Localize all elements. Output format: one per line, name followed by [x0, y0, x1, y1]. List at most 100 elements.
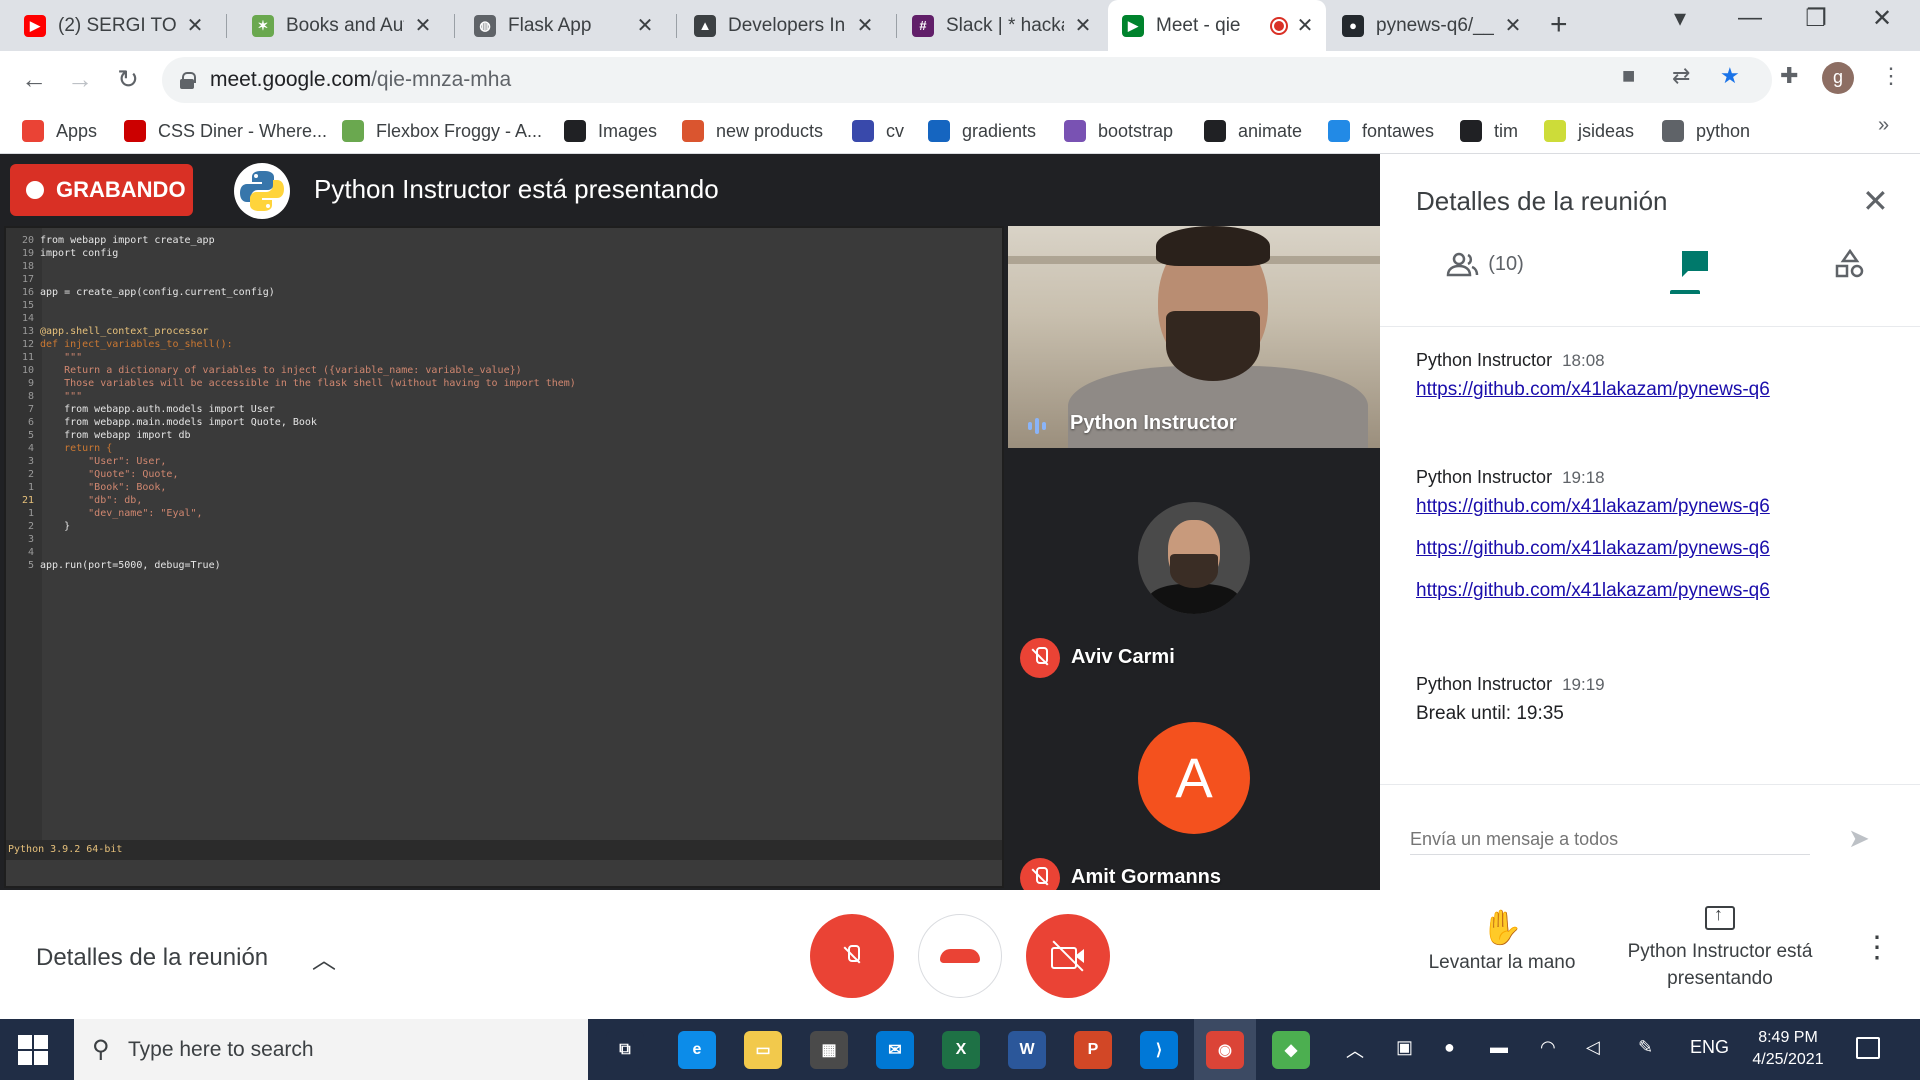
- code-line: 16 app = create_app(config.current_config…: [6, 286, 275, 299]
- close-tab-icon[interactable]: ✕: [854, 13, 876, 38]
- code-text: "dev_name": "Eyal",: [40, 508, 203, 519]
- wifi-icon[interactable]: ◠: [1540, 1037, 1556, 1058]
- bookmark-apps[interactable]: Apps: [22, 116, 97, 146]
- browser-tab[interactable]: ◍ Flask App ✕: [460, 0, 666, 51]
- tab-chat[interactable]: [1620, 234, 1770, 294]
- css-diner-icon: [124, 120, 146, 142]
- browser-tab[interactable]: ✶ Books and Auth ✕: [238, 0, 444, 51]
- participant-name: Aviv Carmi: [1071, 646, 1175, 668]
- chat-link[interactable]: https://github.com/x41lakazam/pynews-q6: [1416, 379, 1770, 401]
- powerpoint-icon[interactable]: P: [1074, 1031, 1112, 1069]
- meeting-details-toggle[interactable]: Detalles de la reunión: [36, 944, 268, 972]
- excel-icon[interactable]: X: [942, 1031, 980, 1069]
- line-number: 1: [27, 508, 34, 519]
- forward-button[interactable]: →: [62, 61, 98, 97]
- close-tab-icon[interactable]: ✕: [184, 13, 206, 38]
- participant-tile-python-instructor[interactable]: Python Instructor: [1008, 226, 1380, 448]
- code-line: 2 "Quote": Quote,: [6, 468, 179, 481]
- chrome-icon[interactable]: ◉: [1206, 1031, 1244, 1069]
- address-bar[interactable]: meet.google.com/qie-mnza-mha: [162, 57, 1772, 103]
- leave-call-button[interactable]: [918, 914, 1002, 998]
- participant-name: Python Instructor: [1070, 412, 1237, 434]
- word-icon[interactable]: W: [1008, 1031, 1046, 1069]
- bookmark-cv[interactable]: cv: [852, 116, 904, 146]
- participant-avatar-aviv: [1138, 502, 1250, 614]
- browser-tab[interactable]: ▶ Meet - qie ✕: [1108, 0, 1326, 51]
- bookmark-css[interactable]: CSS Diner - Where...: [124, 116, 327, 146]
- back-button[interactable]: ←: [16, 61, 52, 97]
- mail-icon[interactable]: ✉: [876, 1031, 914, 1069]
- bookmark-gradients[interactable]: gradients: [928, 116, 1036, 146]
- tab-people[interactable]: (10): [1430, 234, 1540, 294]
- raise-hand-button[interactable]: ✋ Levantar la mano: [1412, 908, 1592, 974]
- toggle-camera-button[interactable]: [1026, 914, 1110, 998]
- toggle-mic-button[interactable]: [810, 914, 894, 998]
- bookmark-star-icon[interactable]: ★: [1720, 63, 1740, 89]
- translate-icon[interactable]: ⇄: [1672, 63, 1690, 89]
- browser-tab[interactable]: ▲ Developers Inst ✕: [680, 0, 886, 51]
- close-tab-icon[interactable]: ✕: [1502, 13, 1524, 38]
- bookmark-images[interactable]: Images: [564, 116, 657, 146]
- close-tab-icon[interactable]: ✕: [1072, 13, 1094, 38]
- minimize-icon[interactable]: —: [1720, 4, 1780, 32]
- extensions-icon[interactable]: ✚: [1780, 63, 1798, 89]
- browser-menu-icon[interactable]: ⋮: [1880, 63, 1902, 89]
- profile-avatar[interactable]: g: [1822, 62, 1854, 94]
- meet-now-icon[interactable]: ▣: [1396, 1037, 1413, 1058]
- bookmark-bootstrap[interactable]: bootstrap: [1064, 116, 1173, 146]
- new-tab-button[interactable]: +: [1550, 8, 1568, 42]
- browser-tab[interactable]: # Slack | * hackat ✕: [898, 0, 1104, 51]
- chat-message-input[interactable]: [1410, 825, 1810, 855]
- bookmark-new[interactable]: new products: [682, 116, 823, 146]
- notifications-icon[interactable]: [1856, 1037, 1880, 1059]
- chat-link[interactable]: https://github.com/x41lakazam/pynews-q6: [1416, 496, 1770, 518]
- taskbar-clock[interactable]: 8:49 PM 4/25/2021: [1748, 1027, 1828, 1071]
- show-hidden-icons-icon[interactable]: ︿: [1346, 1037, 1364, 1063]
- battery-icon[interactable]: ▬: [1490, 1037, 1508, 1058]
- reload-button[interactable]: ↻: [110, 61, 146, 97]
- camera-in-use-icon[interactable]: ■: [1622, 63, 1635, 89]
- bookmark-python[interactable]: python: [1662, 116, 1750, 146]
- volume-icon[interactable]: ◁: [1586, 1037, 1600, 1058]
- close-tab-icon[interactable]: ✕: [412, 13, 434, 38]
- chevron-up-icon[interactable]: ︿: [312, 940, 336, 975]
- tab-title: (2) SERGI TORR: [58, 14, 176, 36]
- code-line: 2 }: [6, 520, 70, 533]
- presentation-button[interactable]: Python Instructor está presentando: [1620, 904, 1820, 992]
- line-number: 20: [21, 235, 34, 246]
- language-indicator[interactable]: ENG: [1690, 1037, 1729, 1058]
- bookmark-label: jsideas: [1578, 120, 1635, 141]
- chat-link[interactable]: https://github.com/x41lakazam/pynews-q6: [1416, 538, 1770, 560]
- browser-tab[interactable]: ● pynews-q6/__ir ✕: [1328, 0, 1534, 51]
- send-message-icon[interactable]: ➤: [1848, 823, 1870, 854]
- chat-link[interactable]: https://github.com/x41lakazam/pynews-q6: [1416, 580, 1770, 602]
- pen-icon[interactable]: ✎: [1638, 1037, 1653, 1058]
- edge-icon[interactable]: e: [678, 1031, 716, 1069]
- close-window-icon[interactable]: ✕: [1852, 4, 1912, 33]
- vscode-icon[interactable]: ⟩: [1140, 1031, 1178, 1069]
- close-panel-icon[interactable]: ✕: [1862, 182, 1889, 220]
- bookmarks-overflow-icon[interactable]: »: [1878, 114, 1889, 137]
- chat-icon: [1682, 251, 1708, 277]
- browser-tab[interactable]: ▶ (2) SERGI TORR ✕: [10, 0, 216, 51]
- bookmark-animate[interactable]: animate: [1204, 116, 1302, 146]
- store-icon[interactable]: ▦: [810, 1031, 848, 1069]
- bookmark-jsideas[interactable]: jsideas: [1544, 116, 1634, 146]
- bookmark-flexbox[interactable]: Flexbox Froggy - A...: [342, 116, 542, 146]
- restore-icon[interactable]: ❐: [1786, 4, 1846, 33]
- windows-start-icon[interactable]: [18, 1035, 48, 1065]
- more-options-icon[interactable]: ⋮: [1862, 930, 1892, 965]
- task-view-icon[interactable]: ⧉: [606, 1031, 644, 1069]
- tab-activities[interactable]: [1800, 234, 1900, 294]
- git-icon[interactable]: ◆: [1272, 1031, 1310, 1069]
- video-person-hair: [1156, 226, 1270, 266]
- bookmark-fontawes[interactable]: fontawes: [1328, 116, 1434, 146]
- file-explorer-icon[interactable]: ▭: [744, 1031, 782, 1069]
- taskbar-search[interactable]: ⚲ Type here to search: [74, 1019, 588, 1080]
- microphone-icon[interactable]: ●: [1444, 1037, 1455, 1058]
- participant-name: Amit Gormanns: [1071, 866, 1222, 888]
- close-tab-icon[interactable]: ✕: [634, 13, 656, 38]
- tab-search-icon[interactable]: ▾: [1650, 4, 1710, 33]
- bookmark-tim[interactable]: tim: [1460, 116, 1518, 146]
- close-tab-icon[interactable]: ✕: [1294, 13, 1316, 38]
